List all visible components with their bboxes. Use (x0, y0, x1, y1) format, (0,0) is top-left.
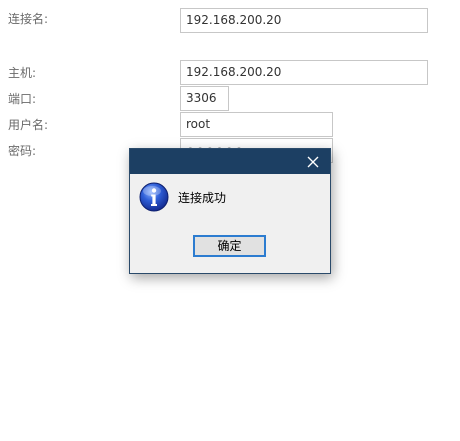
close-icon (307, 156, 319, 167)
port-field[interactable]: 3306 (180, 86, 229, 111)
connection-name-field[interactable]: 192.168.200.20 (180, 8, 428, 33)
password-label: 密码: (8, 144, 37, 158)
ok-button[interactable]: 确定 (193, 235, 266, 257)
port-label: 端口: (8, 92, 37, 106)
connection-name-label: 连接名: (8, 12, 49, 26)
info-icon (139, 182, 169, 212)
username-field[interactable]: root (180, 112, 333, 137)
dialog-message: 连接成功 (178, 191, 227, 205)
username-label: 用户名: (8, 118, 49, 132)
dialog-titlebar[interactable] (130, 149, 330, 174)
close-button[interactable] (296, 149, 330, 174)
host-field[interactable]: 192.168.200.20 (180, 60, 428, 85)
connection-success-dialog: 连接成功 确定 (129, 148, 331, 274)
host-label: 主机: (8, 66, 37, 80)
